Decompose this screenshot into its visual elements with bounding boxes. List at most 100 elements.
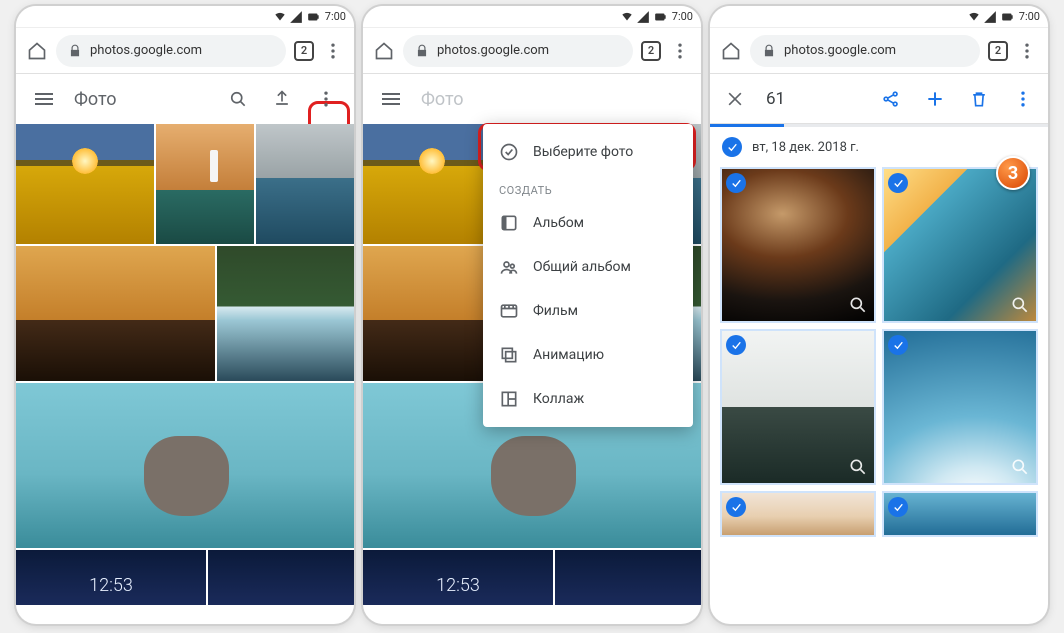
battery-icon [652,10,670,24]
photo-thumbnail[interactable] [363,124,501,244]
clock-text: 7:00 [1019,10,1040,23]
thumbnail-grid [710,167,1048,537]
wifi-icon [273,10,287,24]
url-bar[interactable]: photos.google.com [56,35,286,67]
album-icon [499,213,519,233]
browser-bar: photos.google.com 2 [16,28,354,74]
lock-icon [415,44,429,58]
photo-thumbnail[interactable] [363,550,553,605]
app-header: Фото [363,74,701,124]
browser-more-icon[interactable] [669,40,691,62]
selected-photo[interactable] [882,167,1038,323]
menu-label: Фильм [533,303,578,319]
date-checkbox-icon [722,137,742,157]
collage-icon [499,389,519,409]
photo-grid [16,124,354,605]
status-bar: 7:00 [710,6,1048,28]
selection-more-icon[interactable] [1004,80,1042,118]
trash-icon[interactable] [960,80,998,118]
signal-icon [636,10,650,24]
check-icon [726,497,746,517]
magnify-icon[interactable] [1010,295,1030,315]
date-label: вт, 18 дек. 2018 г. [752,140,859,155]
menu-create-animation[interactable]: Анимацию [483,333,693,377]
lock-icon [68,44,82,58]
battery-icon [999,10,1017,24]
clock-text: 7:00 [325,10,346,23]
search-icon[interactable] [220,81,256,117]
photo-thumbnail[interactable] [156,124,254,244]
url-text: photos.google.com [437,43,549,58]
menu-create-album[interactable]: Альбом [483,201,693,245]
tab-count[interactable]: 2 [641,41,661,61]
browser-more-icon[interactable] [1016,40,1038,62]
magnify-icon[interactable] [848,295,868,315]
upload-icon[interactable] [264,81,300,117]
phone-screen-1: 7:00 photos.google.com 2 Фото 1 [16,6,354,624]
photo-thumbnail[interactable] [16,383,354,548]
status-bar: 7:00 [363,6,701,28]
share-icon[interactable] [872,80,910,118]
check-icon [888,335,908,355]
home-icon[interactable] [720,40,742,62]
url-bar[interactable]: photos.google.com [750,35,980,67]
photo-thumbnail[interactable] [208,550,354,605]
date-header[interactable]: вт, 18 дек. 2018 г. [710,127,1048,167]
photo-thumbnail[interactable] [217,246,354,381]
selection-toolbar: 61 [710,74,1048,124]
photo-thumbnail[interactable] [256,124,354,244]
check-circle-icon [499,142,519,162]
menu-section-header: СОЗДАТЬ [483,174,693,201]
browser-bar: photos.google.com 2 [363,28,701,74]
overflow-menu: Выберите фото СОЗДАТЬ Альбом Общий альбо… [483,124,693,427]
home-icon[interactable] [26,40,48,62]
selected-photo[interactable] [720,167,876,323]
close-icon[interactable] [716,80,754,118]
add-icon[interactable] [916,80,954,118]
photo-thumbnail[interactable] [16,550,206,605]
battery-icon [305,10,323,24]
hamburger-icon[interactable] [373,81,409,117]
magnify-icon[interactable] [1010,457,1030,477]
browser-bar: photos.google.com 2 [710,28,1048,74]
selected-photo[interactable] [882,329,1038,485]
movie-icon [499,301,519,321]
menu-create-shared-album[interactable]: Общий альбом [483,245,693,289]
photo-thumbnail[interactable] [16,124,154,244]
app-title: Фото [70,89,212,110]
selection-count: 61 [760,89,866,109]
magnify-icon[interactable] [848,457,868,477]
tab-count[interactable]: 2 [294,41,314,61]
check-icon [726,173,746,193]
status-bar: 7:00 [16,6,354,28]
photo-thumbnail[interactable] [16,246,215,381]
selected-photo[interactable] [720,329,876,485]
signal-icon [289,10,303,24]
app-more-icon[interactable] [308,81,344,117]
selected-photo[interactable] [720,491,876,537]
wifi-icon [967,10,981,24]
menu-label: Общий альбом [533,259,631,275]
hamburger-icon[interactable] [26,81,62,117]
menu-create-collage[interactable]: Коллаж [483,377,693,421]
phone-screen-2: 7:00 photos.google.com 2 Фото [363,6,701,624]
animation-icon [499,345,519,365]
step-badge-3: 3 [996,156,1030,190]
photo-thumbnail[interactable] [555,550,701,605]
menu-select-photo[interactable]: Выберите фото [483,130,693,174]
tab-count[interactable]: 2 [988,41,1008,61]
browser-more-icon[interactable] [322,40,344,62]
url-text: photos.google.com [90,43,202,58]
menu-create-movie[interactable]: Фильм [483,289,693,333]
selected-photo[interactable] [882,491,1038,537]
tutorial-three-screens: 7:00 photos.google.com 2 Фото 1 [0,0,1064,633]
clock-text: 7:00 [672,10,693,23]
signal-icon [983,10,997,24]
phone-screen-3: 7:00 photos.google.com 2 61 3 вт, 18 дек… [710,6,1048,624]
menu-label: Коллаж [533,391,584,407]
home-icon[interactable] [373,40,395,62]
app-header: Фото [16,74,354,124]
url-bar[interactable]: photos.google.com [403,35,633,67]
check-icon [888,497,908,517]
url-text: photos.google.com [784,43,896,58]
